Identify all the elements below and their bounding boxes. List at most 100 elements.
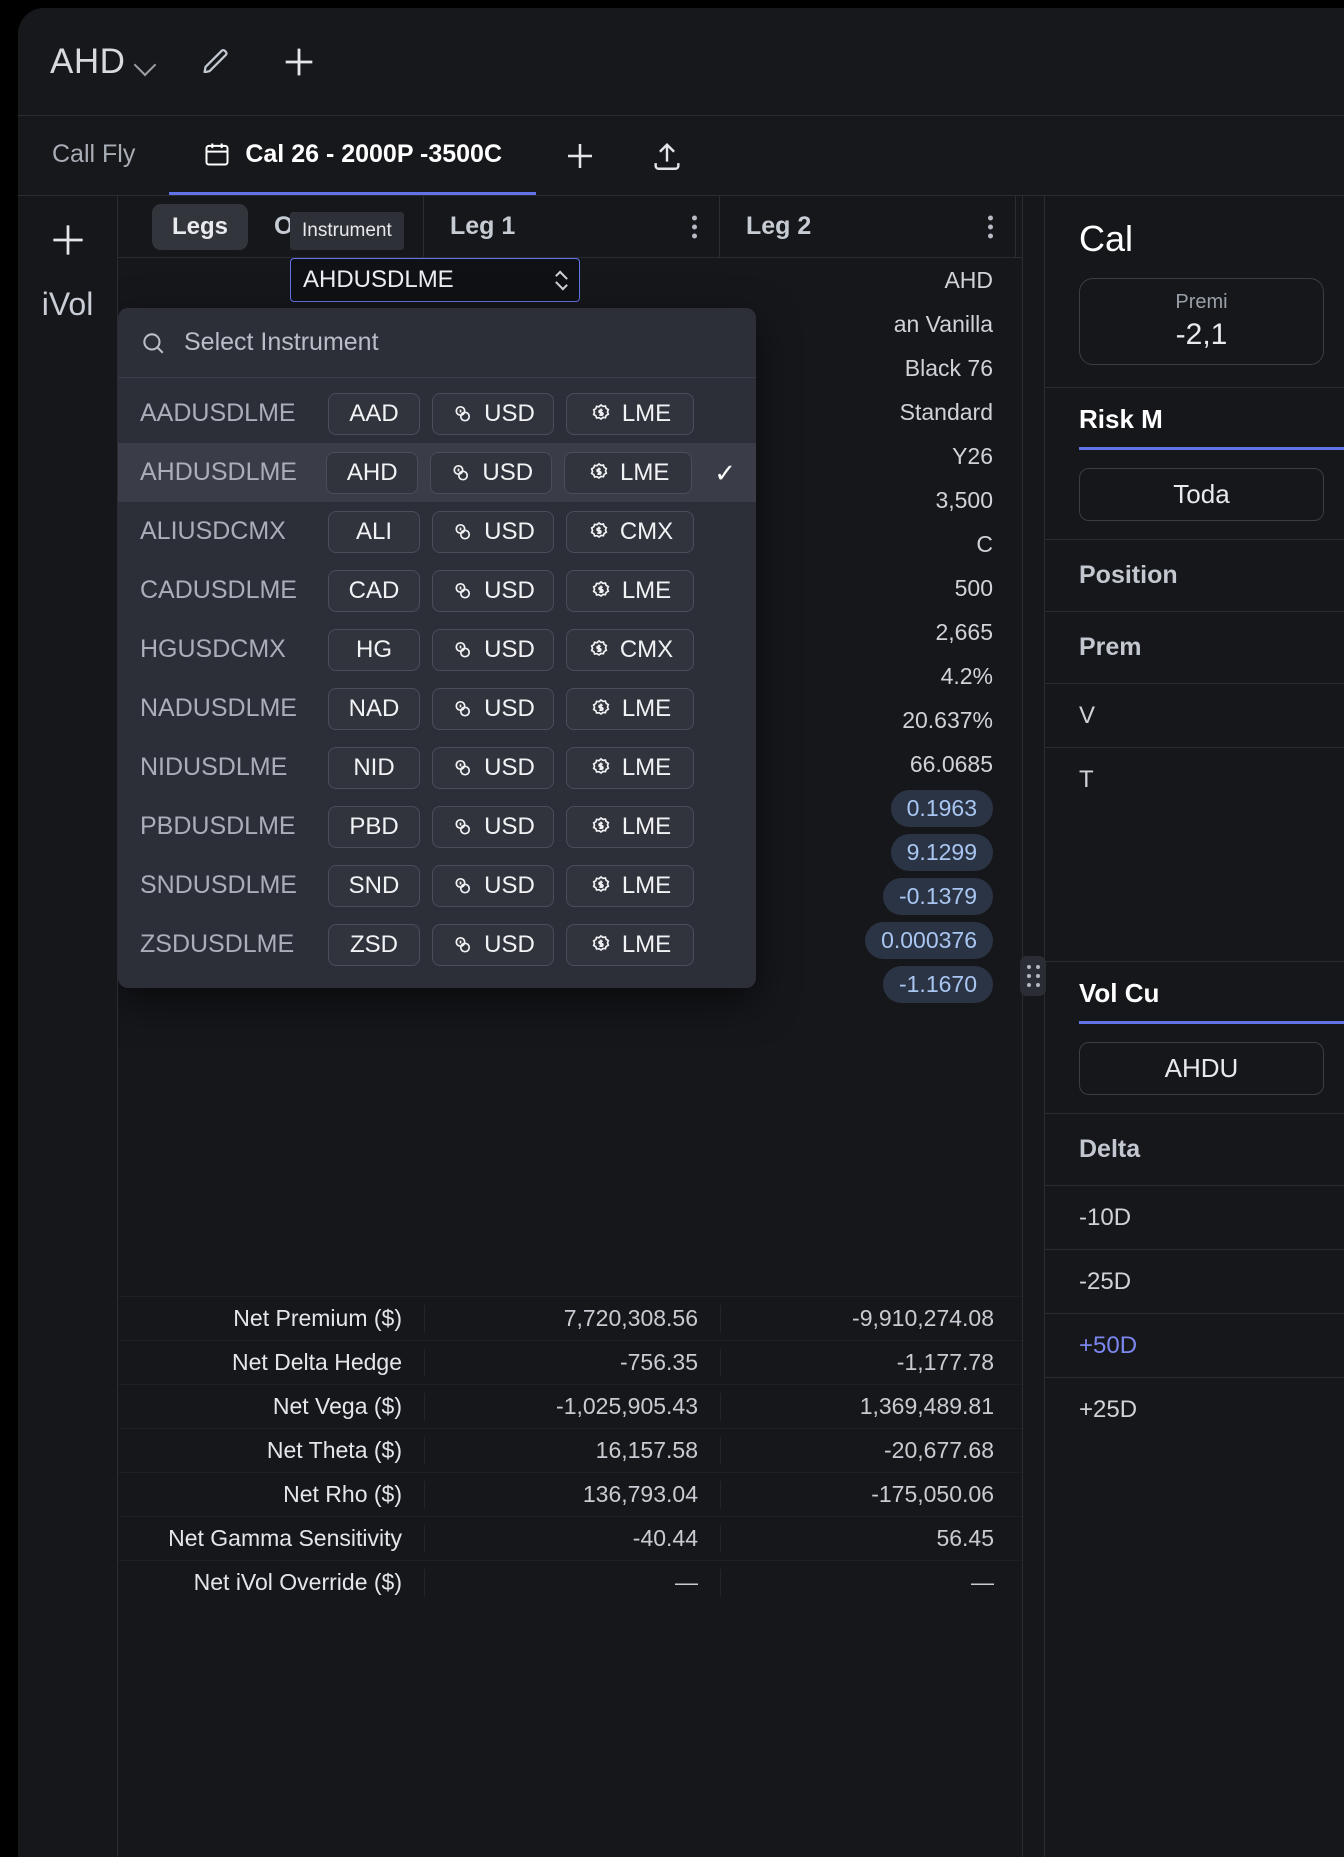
delta-row-plus25d[interactable]: +25D (1045, 1377, 1344, 1441)
main-body: iVol Legs Options Leg 1 Leg 2 (18, 196, 1344, 1857)
coins-icon (451, 638, 475, 662)
vol-instrument-button[interactable]: AHDU (1079, 1042, 1324, 1095)
option-code: ZSDUSDLME (140, 930, 295, 958)
currency-label: USD (484, 694, 535, 722)
instrument-option-pbdusdlme[interactable]: PBDUSDLME PBD USD LME (118, 797, 756, 856)
v-label: V (1045, 683, 1344, 747)
instrument-option-aadusdlme[interactable]: AADUSDLME AAD USD LME (118, 384, 756, 443)
leg1-value[interactable]: 136,793.04 (424, 1481, 720, 1508)
leg2-value[interactable]: Standard (720, 399, 1016, 426)
leg1-value[interactable]: -756.35 (424, 1349, 720, 1376)
option-short-chip: SND (328, 864, 420, 907)
row-label: Net Gamma Sensitivity (168, 1525, 402, 1551)
leg2-value[interactable]: Y26 (720, 443, 1016, 470)
leg2-value[interactable]: -1,177.78 (720, 1349, 1016, 1376)
search-input[interactable]: Select Instrument (184, 328, 379, 357)
edit-book-button[interactable] (199, 45, 233, 79)
today-button[interactable]: Toda (1079, 468, 1324, 521)
leg2-value[interactable]: 1,369,489.81 (720, 1393, 1016, 1420)
option-code: CADUSDLME (140, 576, 297, 604)
coins-icon (449, 461, 473, 485)
add-tab-button[interactable] (536, 116, 624, 195)
leg2-more-vertical-icon[interactable] (988, 215, 993, 238)
leg1-value[interactable]: -1,025,905.43 (424, 1393, 720, 1420)
instrument-option-sndusdlme[interactable]: SNDUSDLME SND USD LME (118, 856, 756, 915)
leg1-value[interactable]: 7,720,308.56 (424, 1305, 720, 1332)
add-book-button[interactable] (279, 42, 319, 82)
leg1-value[interactable]: — (424, 1569, 720, 1596)
instrument-option-aliusdcmx[interactable]: ALIUSDCMX ALI USD CMX (118, 502, 756, 561)
currency-label: USD (484, 576, 535, 604)
legs-tab-pill[interactable]: Legs (152, 203, 249, 250)
leg2-value[interactable]: C (720, 531, 1016, 558)
table-row[interactable]: Net Gamma Sensitivity -40.44 56.45 (118, 1516, 1022, 1560)
leg2-value[interactable]: 66.0685 (720, 751, 1016, 778)
currency-label: USD (484, 753, 535, 781)
leg2-value[interactable]: 2,665 (720, 619, 1016, 646)
option-exchange-chip: LME (566, 805, 694, 848)
leg2-value[interactable]: 20.637% (720, 707, 1016, 734)
instrument-search-row[interactable]: Select Instrument (118, 308, 756, 378)
stat-label: Premi (1175, 291, 1228, 313)
leg2-value[interactable]: 3,500 (720, 487, 1016, 514)
delta-row-25d[interactable]: -25D (1045, 1249, 1344, 1313)
currency-label: USD (484, 930, 535, 958)
add-leg-button[interactable] (46, 218, 90, 262)
leg2-value[interactable]: -0.1379 (720, 877, 1016, 915)
chevron-down-icon[interactable] (134, 53, 157, 76)
table-row[interactable]: Net Vega ($) -1,025,905.43 1,369,489.81 (118, 1384, 1022, 1428)
panel-resizer[interactable] (1020, 196, 1046, 1857)
table-row[interactable]: Net iVol Override ($) — — (118, 1560, 1022, 1604)
instrument-select[interactable]: AHDUSDLME (290, 258, 580, 302)
instrument-option-zsdusdlme[interactable]: ZSDUSDLME ZSD USD LME (118, 915, 756, 974)
delta-row-10d[interactable]: -10D (1045, 1185, 1344, 1249)
exchange-label: LME (621, 694, 672, 722)
tab-call-fly[interactable]: Call Fly (18, 116, 169, 195)
leg2-value[interactable]: -20,677.68 (720, 1437, 1016, 1464)
leg2-value[interactable]: 0.1963 (720, 789, 1016, 827)
leg2-value[interactable]: -175,050.06 (720, 1481, 1016, 1508)
table-row[interactable]: Net Rho ($) 136,793.04 -175,050.06 (118, 1472, 1022, 1516)
drag-handle-icon[interactable] (1020, 956, 1046, 996)
instrument-option-hgusdcmx[interactable]: HGUSDCMX HG USD CMX (118, 620, 756, 679)
ticker-selector[interactable]: AHD (50, 42, 125, 82)
leg2-value[interactable]: 4.2% (720, 663, 1016, 690)
leg2-value[interactable]: 0.000376 (720, 921, 1016, 959)
leg2-value[interactable]: -1.1670 (720, 965, 1016, 1003)
tab-label: Call Fly (52, 139, 136, 168)
leg2-value[interactable]: 9.1299 (720, 833, 1016, 871)
leg1-value[interactable]: -40.44 (424, 1525, 720, 1552)
option-currency-chip: USD (432, 923, 554, 966)
exchange-label: LME (621, 930, 672, 958)
leg1-value[interactable]: 16,157.58 (424, 1437, 720, 1464)
instrument-option-ahdusdlme[interactable]: AHDUSDLME AHD USD LME ✓ (118, 443, 756, 502)
export-button[interactable] (624, 116, 710, 195)
rail-label-ivol[interactable]: iVol (42, 286, 94, 323)
stepper-updown-icon[interactable] (555, 270, 568, 290)
option-code: AADUSDLME (140, 399, 296, 427)
table-row[interactable]: Net Premium ($) 7,720,308.56 -9,910,274.… (118, 1296, 1022, 1340)
exchange-label: LME (621, 871, 672, 899)
leg2-value[interactable]: Black 76 (720, 355, 1016, 382)
leg2-value[interactable]: -9,910,274.08 (720, 1305, 1016, 1332)
instrument-dropdown: Select Instrument AADUSDLME AAD USD LME AH… (118, 308, 756, 988)
table-row[interactable]: Net Theta ($) 16,157.58 -20,677.68 (118, 1428, 1022, 1472)
instrument-option-cadusdlme[interactable]: CADUSDLME CAD USD LME (118, 561, 756, 620)
instrument-option-nadusdlme[interactable]: NADUSDLME NAD USD LME (118, 679, 756, 738)
option-short-chip: CAD (328, 569, 420, 612)
leg2-value[interactable]: — (720, 1569, 1016, 1596)
instrument-option-nidusdlme[interactable]: NIDUSDLME NID USD LME (118, 738, 756, 797)
leg2-value[interactable]: 56.45 (720, 1525, 1016, 1552)
delta-heading: Delta (1045, 1113, 1344, 1185)
row-label: Net Rho ($) (283, 1481, 402, 1507)
delta-row-plus50d[interactable]: +50D (1045, 1313, 1344, 1377)
search-icon (140, 330, 166, 356)
leg2-value[interactable]: 500 (720, 575, 1016, 602)
leg2-value[interactable]: an Vanilla (720, 311, 1016, 338)
leg1-more-vertical-icon[interactable] (692, 215, 697, 238)
leg2-value[interactable]: AHD (720, 267, 1016, 294)
option-currency-chip: USD (432, 746, 554, 789)
table-row[interactable]: Net Delta Hedge -756.35 -1,177.78 (118, 1340, 1022, 1384)
currency-label: USD (484, 517, 535, 545)
tab-cal-26[interactable]: Cal 26 - 2000P -3500C (169, 116, 536, 195)
